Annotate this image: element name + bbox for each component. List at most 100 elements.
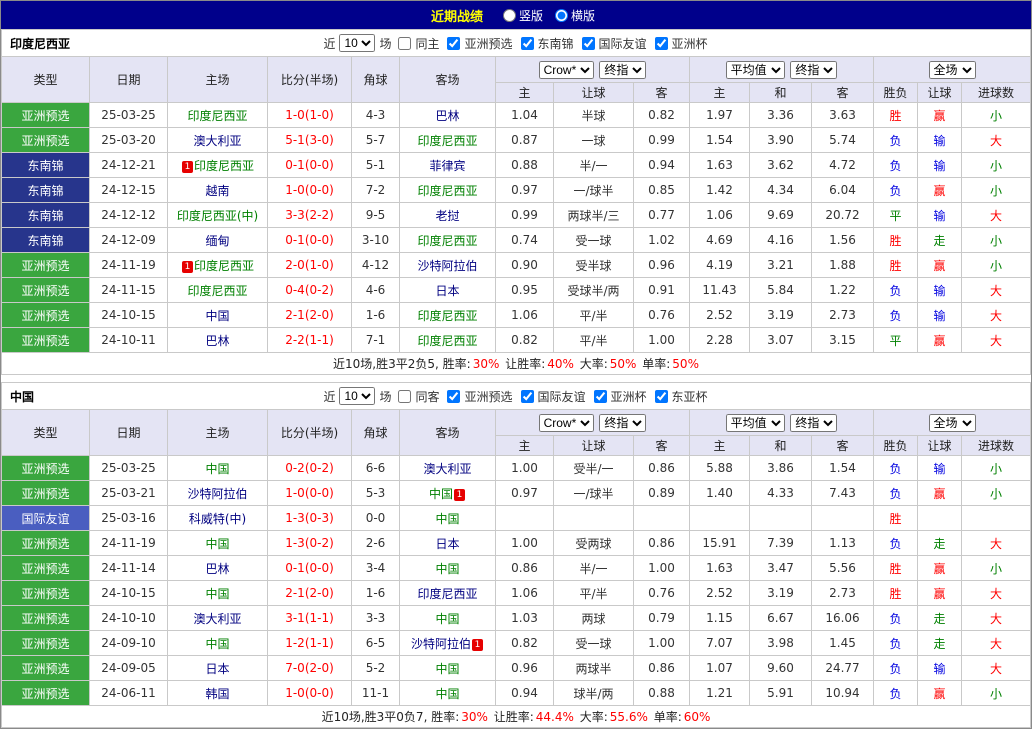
team-link[interactable]: 日本 bbox=[205, 662, 229, 676]
team-link[interactable]: 中国 bbox=[435, 662, 459, 676]
recent-count-select[interactable]: 10 bbox=[339, 387, 375, 405]
team-link[interactable]: 缅甸 bbox=[205, 234, 229, 248]
team-link[interactable]: 韩国 bbox=[205, 687, 229, 701]
league-checkbox[interactable] bbox=[655, 390, 668, 403]
team-link[interactable]: 印度尼西亚 bbox=[417, 184, 477, 198]
league-filter[interactable]: 亚洲杯 bbox=[651, 35, 710, 52]
team-link[interactable]: 科威特(中) bbox=[189, 512, 246, 526]
team-link[interactable]: 中国 bbox=[205, 587, 229, 601]
league-checkbox[interactable] bbox=[447, 37, 460, 50]
league-checkbox[interactable] bbox=[594, 390, 607, 403]
league-filter[interactable]: 国际友谊 bbox=[578, 35, 649, 52]
same-venue-checkbox[interactable] bbox=[398, 390, 411, 403]
league-checkbox[interactable] bbox=[521, 37, 534, 50]
league-checkbox[interactable] bbox=[447, 390, 460, 403]
team-link[interactable]: 中国 bbox=[435, 562, 459, 576]
match-score[interactable]: 1-0(0-0) bbox=[268, 681, 352, 706]
team-link[interactable]: 中国 bbox=[435, 612, 459, 626]
team-link[interactable]: 中国 bbox=[205, 462, 229, 476]
match-score[interactable]: 1-0(0-0) bbox=[268, 178, 352, 203]
league-filter[interactable]: 国际友谊 bbox=[517, 388, 588, 405]
league-filter[interactable]: 亚洲杯 bbox=[590, 388, 649, 405]
team-link[interactable]: 印度尼西亚 bbox=[417, 134, 477, 148]
match-score[interactable]: 5-1(3-0) bbox=[268, 128, 352, 153]
layout-option-vertical[interactable]: 竖版 bbox=[503, 7, 543, 24]
league-checkbox[interactable] bbox=[521, 390, 534, 403]
team-link[interactable]: 老挝 bbox=[435, 209, 459, 223]
match-score[interactable]: 7-0(2-0) bbox=[268, 656, 352, 681]
team-link[interactable]: 印度尼西亚 bbox=[417, 334, 477, 348]
same-venue-filter[interactable]: 同客 bbox=[394, 388, 441, 405]
avg-stage-select[interactable]: 终指 bbox=[790, 61, 837, 79]
league-filter[interactable]: 东亚杯 bbox=[651, 388, 710, 405]
team-link[interactable]: 中国 bbox=[205, 637, 229, 651]
league-filter[interactable]: 亚洲预选 bbox=[443, 388, 514, 405]
match-score[interactable]: 0-1(0-0) bbox=[268, 556, 352, 581]
same-venue-filter[interactable]: 同主 bbox=[394, 35, 441, 52]
team-link[interactable]: 印度尼西亚 bbox=[194, 159, 254, 173]
same-venue-checkbox[interactable] bbox=[398, 37, 411, 50]
recent-count-select[interactable]: 10 bbox=[339, 34, 375, 52]
match-score[interactable]: 1-3(0-3) bbox=[268, 506, 352, 531]
avg-select[interactable]: 平均值 bbox=[726, 414, 785, 432]
match-score[interactable]: 0-4(0-2) bbox=[268, 278, 352, 303]
goals-result-cell: 小 bbox=[962, 456, 1031, 481]
team-link[interactable]: 日本 bbox=[435, 537, 459, 551]
avg-select[interactable]: 平均值 bbox=[726, 61, 785, 79]
match-score[interactable]: 2-1(2-0) bbox=[268, 303, 352, 328]
avg-draw: 3.19 bbox=[750, 581, 812, 606]
team-link[interactable]: 菲律宾 bbox=[429, 159, 465, 173]
odds-stage-select[interactable]: 终指 bbox=[599, 414, 646, 432]
team-link[interactable]: 越南 bbox=[205, 184, 229, 198]
match-score[interactable]: 1-3(0-2) bbox=[268, 531, 352, 556]
team-link[interactable]: 中国 bbox=[205, 537, 229, 551]
team-link[interactable]: 巴林 bbox=[205, 334, 229, 348]
match-score[interactable]: 1-2(1-1) bbox=[268, 631, 352, 656]
team-link[interactable]: 澳大利亚 bbox=[193, 134, 241, 148]
scope-select[interactable]: 全场 bbox=[929, 414, 976, 432]
match-score[interactable]: 3-3(2-2) bbox=[268, 203, 352, 228]
team-link[interactable]: 印度尼西亚 bbox=[417, 309, 477, 323]
match-score[interactable]: 1-0(0-0) bbox=[268, 481, 352, 506]
team-link[interactable]: 澳大利亚 bbox=[193, 612, 241, 626]
horizontal-layout-radio[interactable] bbox=[555, 9, 568, 22]
bookmaker-select[interactable]: Crow* bbox=[539, 414, 594, 432]
match-score[interactable]: 2-1(2-0) bbox=[268, 581, 352, 606]
team-link[interactable]: 日本 bbox=[435, 284, 459, 298]
team-link[interactable]: 沙特阿拉伯 bbox=[417, 259, 477, 273]
team-link[interactable]: 中国 bbox=[205, 309, 229, 323]
team-link[interactable]: 中国 bbox=[435, 512, 459, 526]
league-checkbox[interactable] bbox=[582, 37, 595, 50]
league-filter[interactable]: 亚洲预选 bbox=[443, 35, 514, 52]
team-link[interactable]: 印度尼西亚 bbox=[417, 234, 477, 248]
team-link[interactable]: 印度尼西亚 bbox=[194, 259, 254, 273]
team-link[interactable]: 中国 bbox=[435, 687, 459, 701]
league-filter[interactable]: 东南锦 bbox=[517, 35, 576, 52]
scope-select[interactable]: 全场 bbox=[929, 61, 976, 79]
match-score[interactable]: 3-1(1-1) bbox=[268, 606, 352, 631]
layout-option-horizontal[interactable]: 横版 bbox=[555, 7, 595, 24]
team-link[interactable]: 中国 bbox=[429, 487, 453, 501]
match-score[interactable]: 0-1(0-0) bbox=[268, 228, 352, 253]
match-score[interactable]: 0-1(0-0) bbox=[268, 153, 352, 178]
team-link[interactable]: 巴林 bbox=[435, 109, 459, 123]
team-link[interactable]: 澳大利亚 bbox=[423, 462, 471, 476]
team-link[interactable]: 沙特阿拉伯 bbox=[411, 637, 471, 651]
bookmaker-select[interactable]: Crow* bbox=[539, 61, 594, 79]
team-link[interactable]: 巴林 bbox=[205, 562, 229, 576]
team-link[interactable]: 沙特阿拉伯 bbox=[187, 487, 247, 501]
team-link[interactable]: 印度尼西亚 bbox=[187, 284, 247, 298]
match-score[interactable]: 1-0(1-0) bbox=[268, 103, 352, 128]
odds-stage-select[interactable]: 终指 bbox=[599, 61, 646, 79]
summary-segment: 近10场,胜3平2负5, 胜率: bbox=[333, 357, 471, 371]
match-score[interactable]: 2-0(1-0) bbox=[268, 253, 352, 278]
match-score[interactable]: 2-2(1-1) bbox=[268, 328, 352, 353]
match-score[interactable]: 0-2(0-2) bbox=[268, 456, 352, 481]
team-link[interactable]: 印度尼西亚 bbox=[417, 587, 477, 601]
team-link[interactable]: 印度尼西亚(中) bbox=[177, 209, 258, 223]
league-checkbox[interactable] bbox=[655, 37, 668, 50]
vertical-layout-radio[interactable] bbox=[503, 9, 516, 22]
avg-stage-select[interactable]: 终指 bbox=[790, 414, 837, 432]
avg-draw bbox=[750, 506, 812, 531]
team-link[interactable]: 印度尼西亚 bbox=[187, 109, 247, 123]
